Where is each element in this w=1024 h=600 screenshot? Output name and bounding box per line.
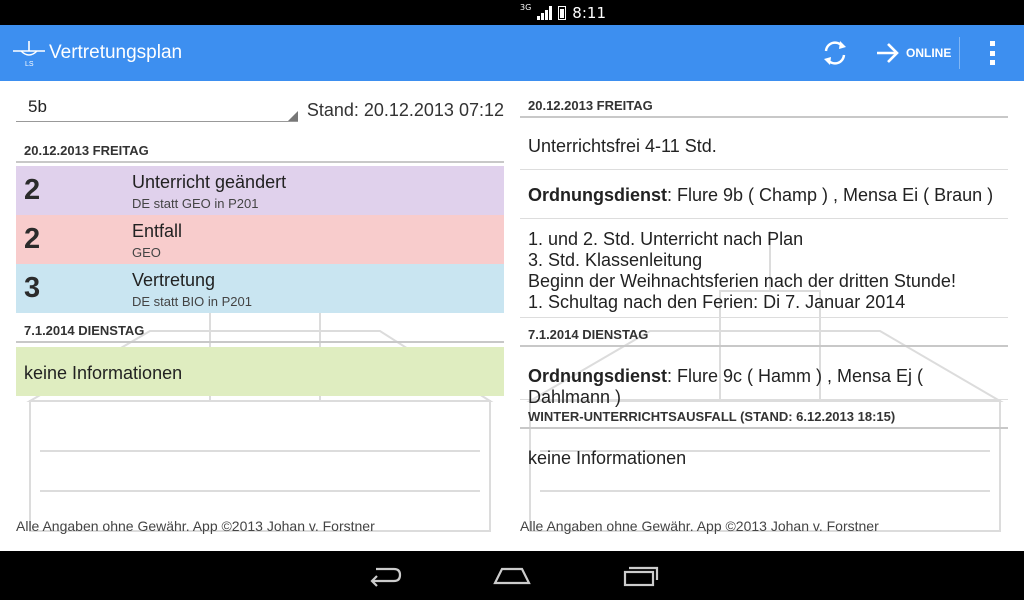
class-spinner[interactable]: 5b: [16, 91, 298, 122]
signal-icon: [537, 5, 553, 20]
section-header: WINTER-UNTERRICHTSAUSFALL (STAND: 6.12.2…: [520, 409, 1008, 429]
substitution-row[interactable]: 3 Vertretung DE statt BIO in P201: [16, 264, 504, 313]
row-detail: GEO: [132, 245, 161, 260]
section-header: 7.1.2014 DIENSTAG: [520, 327, 1008, 347]
info-item: 1. und 2. Std. Unterricht nach Plan 3. S…: [520, 219, 1008, 318]
section-header: 7.1.2014 DIENSTAG: [16, 323, 504, 343]
refresh-icon[interactable]: [820, 38, 850, 68]
disclaimer-footer: Alle Angaben ohne Gewähr. App ©2013 Joha…: [16, 518, 375, 534]
online-button[interactable]: ONLINE: [876, 38, 951, 68]
home-icon[interactable]: [492, 561, 532, 589]
logo-icon[interactable]: LS: [12, 39, 46, 67]
clock: 8:11: [572, 3, 606, 22]
info-item: Unterrichtsfrei 4-11 Std.: [520, 121, 1008, 170]
info-item: keine Informationen: [528, 448, 687, 468]
class-select-value: 5b: [28, 97, 47, 116]
row-title: Entfall: [132, 221, 183, 241]
back-icon[interactable]: [364, 561, 404, 589]
disclaimer-footer: Alle Angaben ohne Gewähr. App ©2013 Joha…: [520, 518, 879, 534]
status-bar: 3G 8:11: [0, 0, 1024, 25]
row-title: Unterricht geändert: [132, 172, 287, 192]
info-item: Ordnungsdienst: Flure 9b ( Champ ) , Men…: [520, 170, 1008, 219]
hour-number: 2: [24, 174, 41, 206]
arrow-right-icon: [877, 43, 899, 63]
no-info-text: keine Informationen: [24, 363, 183, 383]
row-title: Vertretung: [132, 270, 216, 290]
action-bar: LS Vertretungsplan ONLINE: [0, 25, 1024, 81]
row-detail: DE statt BIO in P201: [132, 294, 252, 309]
svg-text:LS: LS: [25, 61, 34, 67]
section-header: 20.12.2013 FREITAG: [520, 98, 1008, 118]
info-item: Ordnungsdienst: Flure 9c ( Hamm ) , Mens…: [520, 350, 1008, 407]
hour-number: 3: [24, 272, 41, 304]
substitution-row[interactable]: 2 Unterricht geändert DE statt GEO in P2…: [16, 166, 504, 215]
app-title: Vertretungsplan: [49, 42, 183, 63]
navigation-bar: [0, 551, 1024, 600]
left-panel: 5b Stand: 20.12.2013 07:12 20.12.2013 FR…: [16, 81, 504, 551]
stand-timestamp: Stand: 20.12.2013 07:12: [306, 100, 504, 120]
no-info-block: keine Informationen: [16, 347, 504, 396]
hour-number: 2: [24, 223, 41, 255]
substitution-row[interactable]: 2 Entfall GEO: [16, 215, 504, 264]
battery-icon: [558, 5, 567, 20]
row-detail: DE statt GEO in P201: [132, 196, 259, 211]
action-bar-divider: [959, 37, 960, 69]
dropdown-triangle-icon: [288, 111, 298, 121]
recent-apps-icon[interactable]: [620, 561, 660, 589]
section-header: 20.12.2013 FREITAG: [16, 143, 504, 163]
network-type: 3G: [520, 2, 532, 12]
overflow-menu-icon[interactable]: [984, 39, 1000, 67]
content-area: 5b Stand: 20.12.2013 07:12 20.12.2013 FR…: [0, 81, 1024, 551]
right-panel: 20.12.2013 FREITAG Unterrichtsfrei 4-11 …: [520, 81, 1008, 551]
online-label: ONLINE: [906, 46, 952, 60]
